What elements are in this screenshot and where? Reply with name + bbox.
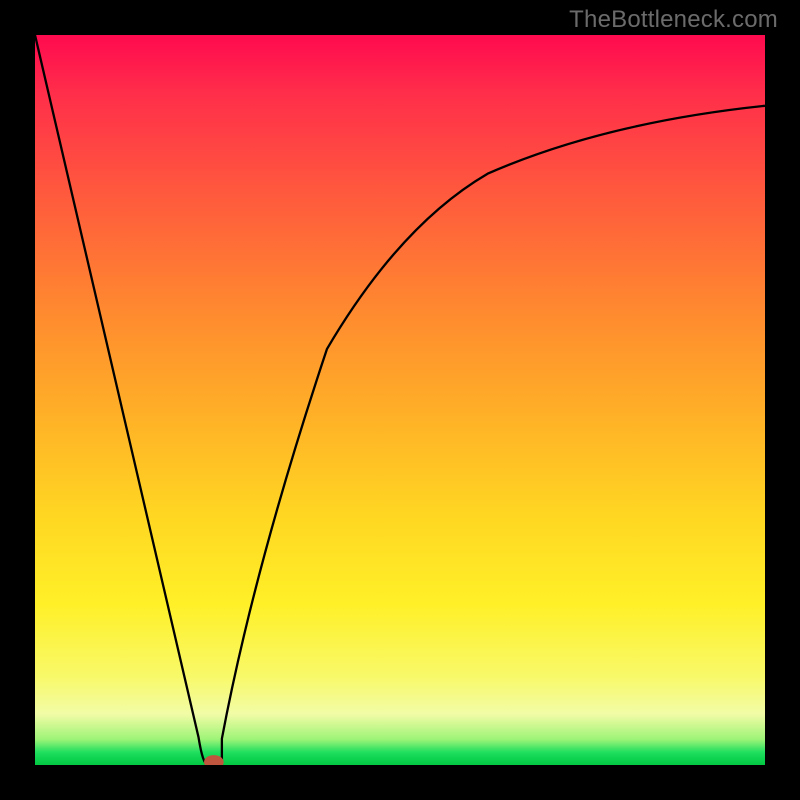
watermark-text: TheBottleneck.com <box>569 6 778 34</box>
plot-area <box>35 35 765 765</box>
curve-layer <box>35 35 765 765</box>
bottleneck-curve <box>35 35 765 764</box>
chart-frame: TheBottleneck.com <box>0 0 800 800</box>
